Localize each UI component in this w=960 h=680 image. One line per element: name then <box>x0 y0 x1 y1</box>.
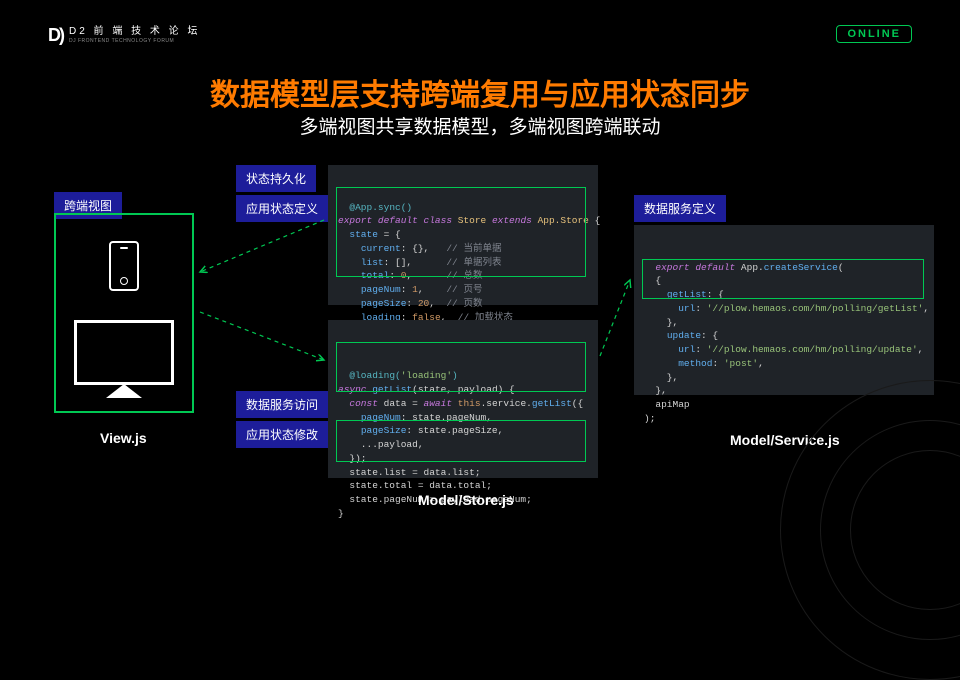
forum-logo: D) D2 前 端 技 术 论 坛 DJ FRONTEND TECHNOLOGY… <box>48 25 200 46</box>
phone-icon <box>109 241 139 291</box>
logo-icon: D) <box>48 25 63 46</box>
caption-store: Model/Store.js <box>418 492 514 508</box>
code-store-getlist: @loading('loading') async getList(state,… <box>328 320 598 478</box>
view-devices-box <box>54 213 194 413</box>
tag-state-persist: 状态持久化 <box>236 165 316 192</box>
monitor-icon <box>74 320 174 385</box>
logo-text-cn: D2 前 端 技 术 论 坛 <box>69 27 200 37</box>
tag-data-service-access: 数据服务访问 <box>236 391 328 418</box>
online-badge: ONLINE <box>836 25 912 43</box>
tag-app-state-modify: 应用状态修改 <box>236 421 328 448</box>
tag-data-service-def: 数据服务定义 <box>634 195 726 222</box>
code-service: export default App.createService( { getL… <box>634 225 934 395</box>
slide-title: 数据模型层支持跨端复用与应用状态同步 <box>0 70 960 114</box>
logo-text-en: DJ FRONTEND TECHNOLOGY FORUM <box>69 39 200 44</box>
caption-view: View.js <box>100 430 147 446</box>
code-store-state: @App.sync() export default class Store e… <box>328 165 598 305</box>
slide-subtitle: 多端视图共享数据模型，多端视图跨端联动 <box>0 112 960 139</box>
tag-app-state-def: 应用状态定义 <box>236 195 328 222</box>
